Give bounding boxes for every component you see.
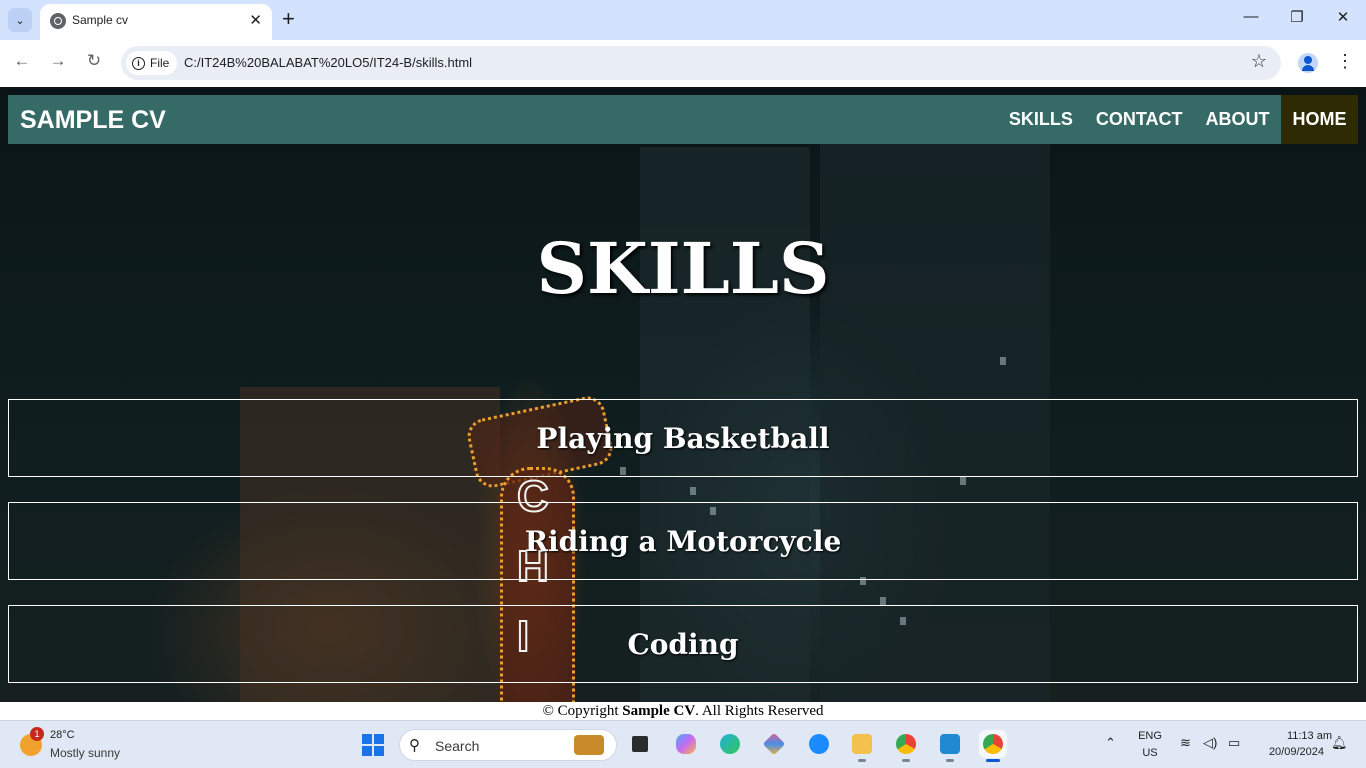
nav-links: SKILLS CONTACT ABOUT HOME [997,95,1358,144]
forward-icon[interactable]: → [46,51,70,71]
page-title: SKILLS [536,227,830,310]
copilot-icon[interactable] [672,730,700,758]
chrome-profile-icon[interactable] [892,730,920,762]
close-tab-icon[interactable]: ✕ [249,11,262,29]
volume-icon[interactable]: ◁) [1203,735,1217,751]
restore-icon[interactable]: ❐ [1287,8,1307,26]
info-icon: i [132,56,145,70]
url-text[interactable]: C:/IT24B%20BALABAT%20LO5/IT24-B/skills.h… [184,55,472,70]
browser-toolbar: ← → ↻ i File C:/IT24B%20BALABAT%20LO5/IT… [0,40,1366,87]
input-language[interactable]: ENG [1138,730,1162,742]
footer-prefix: © Copyright [542,703,623,719]
chrome-icon[interactable] [979,730,1007,762]
skill-label: Playing Basketball [536,421,830,455]
clock-date[interactable]: 20/09/2024 [1256,746,1324,758]
tray-chevron-up-icon[interactable]: ⌃ [1105,735,1116,751]
skill-item: Playing Basketball [8,399,1358,477]
globe-icon [50,13,66,29]
task-view-icon[interactable] [626,730,654,758]
notification-bell-icon[interactable]: 🔔︎ [1331,735,1348,751]
page-footer: © Copyright Sample CV. All Rights Reserv… [0,702,1366,720]
bookmark-star-icon[interactable]: ☆ [1251,51,1267,72]
kebab-menu-icon[interactable]: ⋮ [1336,52,1354,70]
windows-start-icon[interactable] [362,734,384,756]
windows-taskbar: 1 28°C Mostly sunny ⚲ Search ⌃ ENG US ≋ … [0,720,1366,768]
site-navbar: SAMPLE CV SKILLS CONTACT ABOUT HOME [8,95,1358,144]
site-info-chip[interactable]: i File [126,51,178,75]
taskbar-search[interactable]: ⚲ Search [399,729,617,761]
search-icon: ⚲ [409,737,420,754]
footer-brand: Sample CV [622,703,696,719]
search-highlight-icon [574,735,604,755]
nav-link-home[interactable]: HOME [1281,95,1358,144]
tab-title: Sample cv [72,13,129,27]
site-brand[interactable]: SAMPLE CV [20,106,166,135]
back-icon[interactable]: ← [10,51,34,71]
nav-link-contact[interactable]: CONTACT [1084,95,1194,144]
app-cube-icon[interactable] [760,730,788,758]
new-tab-button[interactable]: + [282,7,295,31]
tab-search-chevron-icon[interactable]: ⌄ [8,8,32,32]
weather-badge: 1 [30,727,44,741]
taskbar-search-placeholder: Search [435,738,480,754]
page-viewport: C H I SAMPLE CV SKILLS CONTACT ABOUT HOM… [0,87,1366,720]
skill-item: Coding [8,605,1358,683]
nav-link-about[interactable]: ABOUT [1194,95,1281,144]
wifi-icon[interactable]: ≋ [1180,735,1191,751]
file-explorer-icon[interactable] [848,730,876,762]
address-bar[interactable]: i File C:/IT24B%20BALABAT%20LO5/IT24-B/s… [121,46,1281,80]
footer-suffix: . All Rights Reserved [695,703,824,719]
profile-avatar-icon[interactable] [1298,53,1318,73]
weather-temperature[interactable]: 28°C [50,729,75,741]
nav-link-skills[interactable]: SKILLS [997,95,1084,144]
vscode-icon[interactable] [936,730,964,762]
get-help-icon[interactable] [805,730,833,758]
browser-tab[interactable]: Sample cv ✕ [40,4,272,40]
browser-tab-bar: ⌄ Sample cv ✕ + — ❐ ✕ [0,0,1366,40]
skill-label: Riding a Motorcycle [524,524,842,558]
edge-icon[interactable] [716,730,744,758]
site-chip-label: File [150,56,170,70]
input-region[interactable]: US [1138,747,1162,759]
clock-time[interactable]: 11:13 am [1256,730,1332,742]
skill-label: Coding [627,627,739,661]
reload-icon[interactable]: ↻ [82,51,106,71]
minimize-icon[interactable]: — [1241,8,1261,25]
weather-description[interactable]: Mostly sunny [50,746,120,760]
battery-icon[interactable]: ▭ [1228,735,1240,751]
skill-item: Riding a Motorcycle [8,502,1358,580]
close-window-icon[interactable]: ✕ [1333,8,1353,26]
